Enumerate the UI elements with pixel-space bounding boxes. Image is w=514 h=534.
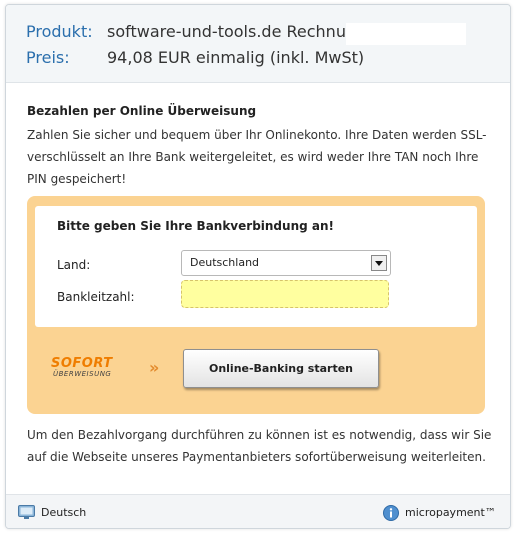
bank-form-title: Bitte geben Sie Ihre Bankverbindung an! [57,219,334,233]
language-link[interactable]: Deutsch [41,506,86,519]
redirect-note: Um den Bezahlvorgang durchführen zu könn… [27,428,492,464]
blz-input[interactable] [181,280,389,308]
price-label: Preis: [26,48,70,67]
country-select-value: Deutschland [190,256,260,269]
footer-bar: Deutsch micropayment™ [6,494,510,528]
start-online-banking-button[interactable]: Online-Banking starten [183,349,379,388]
order-summary-header: Produkt: software-und-tools.de Rechnung … [6,5,510,83]
payment-description: Zahlen Sie sicher und bequem über Ihr On… [27,128,487,186]
provider-name: micropayment™ [405,506,496,519]
info-icon[interactable] [383,505,399,521]
redacted-area [346,23,466,45]
sofort-brand-sub: ÜBERWEISUNG [53,370,112,378]
payment-window: Produkt: software-und-tools.de Rechnung … [5,4,511,529]
sofort-logo: SOFORT ÜBERWEISUNG [47,356,117,382]
payment-method-title: Bezahlen per Online Überweisung [27,104,257,118]
chevron-down-icon[interactable] [371,255,387,271]
bank-details-form: Bitte geben Sie Ihre Bankverbindung an! … [35,206,477,327]
chevron-right-icon: » [149,358,160,377]
country-select[interactable]: Deutschland [181,250,391,276]
country-label: Land: [57,258,91,272]
product-value: software-und-tools.de Rechnung [107,22,367,41]
bank-details-panel: Bitte geben Sie Ihre Bankverbindung an! … [27,196,485,414]
blz-label: Bankleitzahl: [57,290,135,304]
sofort-brand: SOFORT [51,356,113,371]
price-value: 94,08 EUR einmalig (inkl. MwSt) [107,48,365,67]
product-label: Produkt: [26,22,93,41]
language-monitor-icon[interactable] [18,505,35,520]
